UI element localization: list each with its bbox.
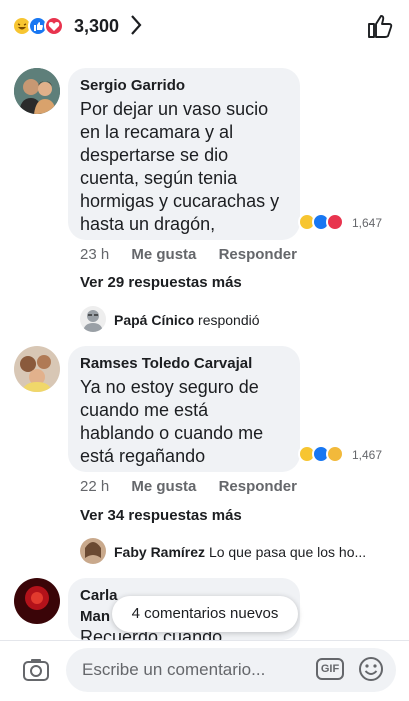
comment-author[interactable]: Ramses Toledo Carvajal bbox=[80, 355, 252, 372]
comment-time: 22 h bbox=[80, 478, 110, 495]
comment-reactions[interactable] bbox=[298, 443, 358, 465]
comment-reaction-count[interactable]: 1,647 bbox=[352, 216, 382, 230]
reply-button[interactable]: Responder bbox=[219, 478, 297, 495]
reply-snippet: Lo que pasa que los ho... bbox=[208, 544, 367, 560]
camera-icon[interactable] bbox=[22, 657, 50, 688]
avatar[interactable] bbox=[14, 68, 60, 114]
reaction-count[interactable]: 3,300 bbox=[74, 16, 119, 37]
reply-author[interactable]: Papá Cínico bbox=[114, 312, 194, 328]
comment-author-continued: Man bbox=[80, 608, 110, 625]
comment-input[interactable]: Escribe un comentario... GIF bbox=[66, 648, 396, 692]
view-more-replies-link[interactable]: Ver 29 respuestas más bbox=[80, 274, 242, 291]
comment-input-placeholder: Escribe un comentario... bbox=[82, 660, 266, 679]
comment-author[interactable]: Carla bbox=[80, 587, 118, 604]
chevron-right-icon[interactable] bbox=[128, 12, 144, 43]
avatar[interactable] bbox=[14, 578, 60, 624]
emoji-icon[interactable] bbox=[358, 656, 384, 687]
comment-actions: 23 h Me gusta Responder bbox=[80, 246, 315, 263]
gif-button[interactable]: GIF bbox=[316, 658, 344, 680]
latest-reply[interactable]: Papá Cínico respondió bbox=[114, 312, 260, 328]
avatar[interactable] bbox=[14, 346, 60, 392]
comment-text: Por dejar un vaso sucio en la recamara y… bbox=[80, 99, 280, 234]
like-thumb-icon[interactable] bbox=[366, 12, 394, 45]
comment-reaction-count[interactable]: 1,467 bbox=[352, 448, 382, 462]
reaction-icons bbox=[12, 16, 72, 38]
reply-button[interactable]: Responder bbox=[219, 246, 297, 263]
comment-time: 23 h bbox=[80, 246, 110, 263]
love-icon bbox=[44, 16, 64, 36]
sad-icon bbox=[326, 445, 344, 463]
comment-bubble[interactable]: Ramses Toledo Carvajal Ya no estoy segur… bbox=[68, 346, 300, 472]
like-button[interactable]: Me gusta bbox=[131, 246, 196, 263]
view-more-replies-link[interactable]: Ver 34 respuestas más bbox=[80, 507, 242, 524]
comment-text: Ya no estoy seguro de cuando me está hab… bbox=[80, 377, 264, 466]
new-comments-pill[interactable]: 4 comentarios nuevos bbox=[112, 596, 298, 632]
comment-actions: 22 h Me gusta Responder bbox=[80, 478, 315, 495]
reply-snippet: respondió bbox=[198, 312, 260, 328]
comment-bubble[interactable]: Sergio Garrido Por dejar un vaso sucio e… bbox=[68, 68, 300, 240]
avatar[interactable] bbox=[80, 538, 106, 564]
reply-author[interactable]: Faby Ramírez bbox=[114, 544, 205, 560]
avatar[interactable] bbox=[80, 306, 106, 332]
latest-reply[interactable]: Faby Ramírez Lo que pasa que los ho... bbox=[114, 544, 366, 560]
comment-reactions[interactable] bbox=[298, 211, 358, 233]
like-button[interactable]: Me gusta bbox=[131, 478, 196, 495]
reaction-summary-bar[interactable]: 3,300 bbox=[0, 0, 409, 56]
comment-author[interactable]: Sergio Garrido bbox=[80, 77, 185, 94]
love-icon bbox=[326, 213, 344, 231]
